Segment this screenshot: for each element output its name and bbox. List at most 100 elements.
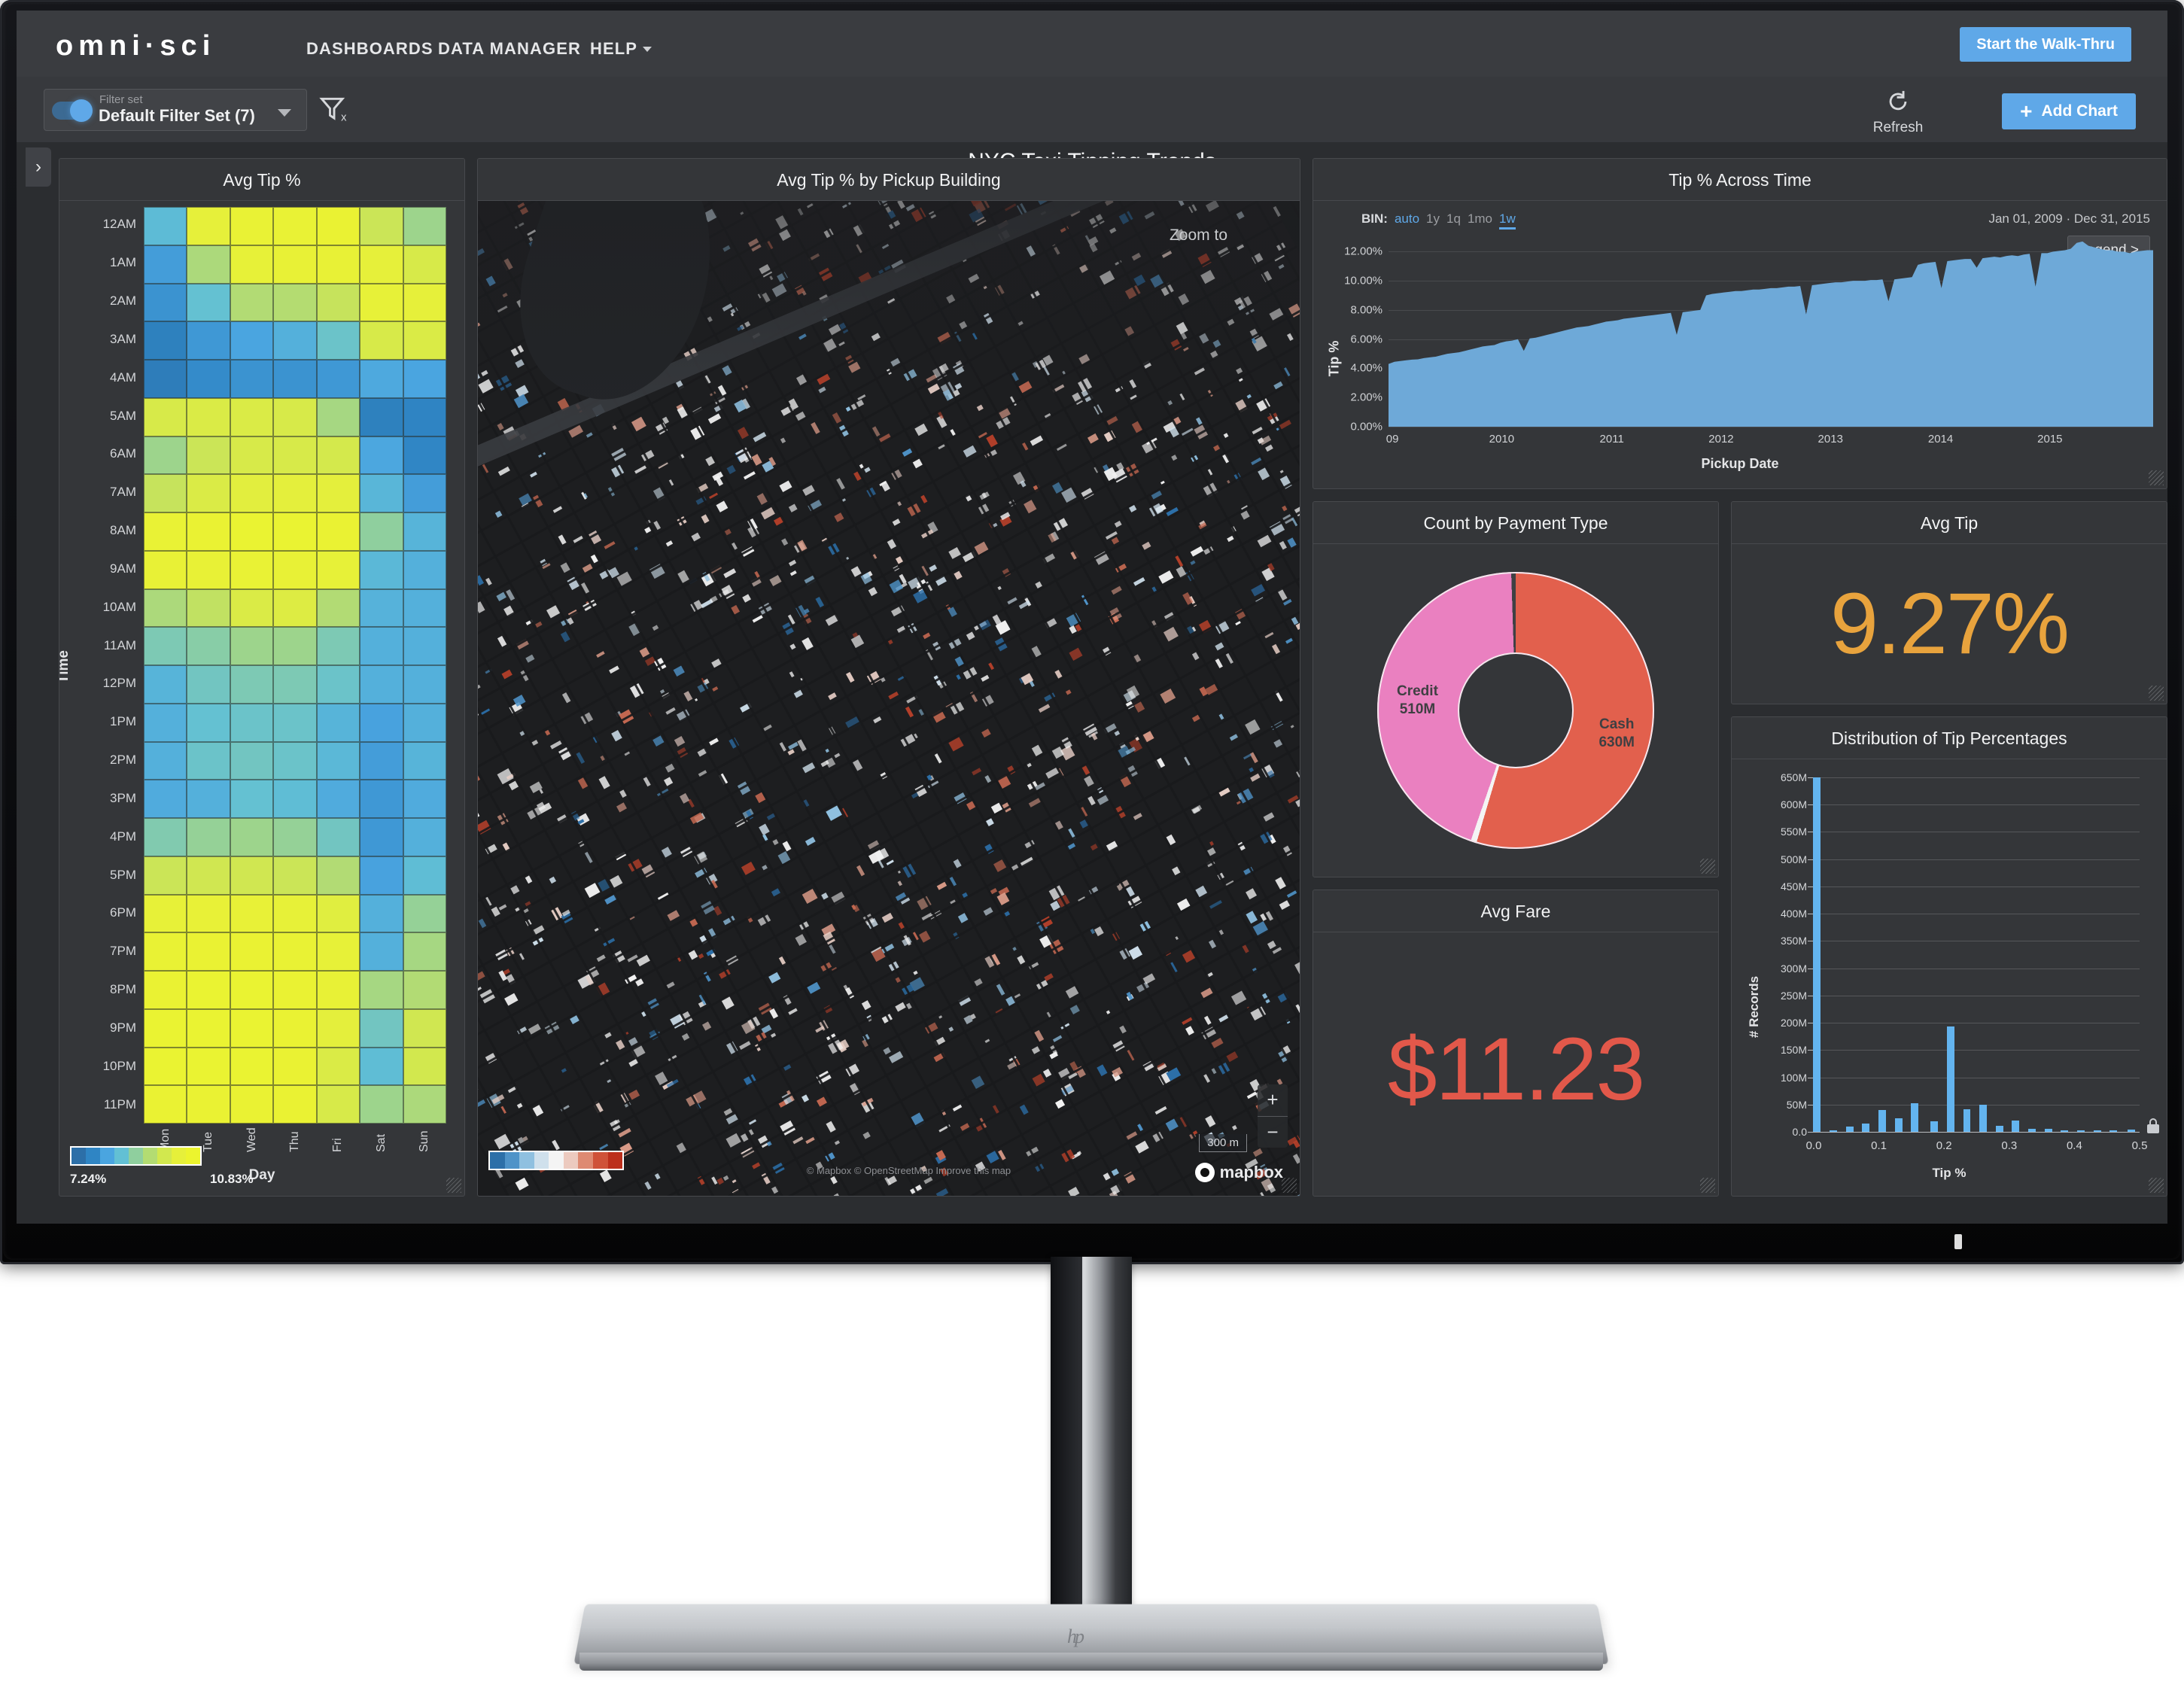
heatmap-cell[interactable] (360, 512, 403, 551)
heatmap-cell[interactable] (187, 627, 230, 665)
heatmap-cell[interactable] (360, 932, 403, 971)
lock-icon[interactable] (2144, 1116, 2162, 1136)
heatmap-cell[interactable] (316, 1008, 360, 1048)
heatmap-cell[interactable] (360, 703, 403, 742)
heatmap-cell[interactable] (187, 360, 230, 398)
histogram-bar[interactable] (2093, 1130, 2101, 1132)
sidebar-expand-toggle[interactable]: › (26, 147, 51, 187)
heatmap-cell[interactable] (403, 665, 446, 704)
histogram-bar[interactable] (1963, 1108, 1971, 1132)
heatmap-cell[interactable] (144, 856, 187, 895)
heatmap-cell[interactable] (316, 932, 360, 971)
heatmap-cell[interactable] (403, 627, 446, 665)
histogram-bar[interactable] (2044, 1128, 2052, 1132)
heatmap-cell[interactable] (403, 703, 446, 742)
heatmap-cell[interactable] (403, 512, 446, 551)
heatmap-cell[interactable] (144, 971, 187, 1009)
histogram-bar[interactable] (1995, 1126, 2003, 1132)
histogram-bar[interactable] (2077, 1130, 2085, 1132)
start-walk-thru-button[interactable]: Start the Walk-Thru (1960, 27, 2131, 62)
histogram-bar[interactable] (2028, 1128, 2036, 1132)
heatmap-cell[interactable] (360, 436, 403, 475)
heatmap-cell[interactable] (230, 474, 274, 512)
heatmap-cell[interactable] (273, 283, 317, 322)
heatmap-cell[interactable] (316, 1047, 360, 1086)
heatmap-cell[interactable] (273, 627, 317, 665)
heatmap-cell[interactable] (273, 321, 317, 360)
heatmap-cell[interactable] (230, 703, 274, 742)
heatmap-cell[interactable] (144, 360, 187, 398)
map-canvas[interactable] (478, 201, 1300, 1196)
heatmap-cell[interactable] (230, 971, 274, 1009)
heatmap-cell[interactable] (187, 894, 230, 933)
map-zoom-controls[interactable]: + − (1258, 1084, 1288, 1148)
heatmap-cell[interactable] (360, 283, 403, 322)
heatmap-cell[interactable] (360, 856, 403, 895)
histogram-bar[interactable] (1878, 1110, 1886, 1132)
heatmap-cell[interactable] (403, 932, 446, 971)
panel-resize-grip[interactable] (1700, 1178, 1715, 1193)
heatmap-cell[interactable] (403, 971, 446, 1009)
heatmap-cell[interactable] (316, 207, 360, 245)
heatmap-cell[interactable] (403, 283, 446, 322)
nav-item-help[interactable]: HELP (590, 39, 637, 59)
panel-resize-grip[interactable] (1700, 859, 1715, 874)
histogram-bar[interactable] (1813, 777, 1821, 1132)
histogram-plot[interactable]: 0.0 50M 100M 150M 200M 250M 300M 350M 400M 450M 50… (1781, 771, 2147, 1152)
heatmap-cell[interactable] (273, 741, 317, 780)
heatmap-cell[interactable] (316, 627, 360, 665)
heatmap-cell[interactable] (360, 550, 403, 589)
add-chart-button[interactable]: + Add Chart (2002, 93, 2136, 129)
map-attribution[interactable]: © Mapbox © OpenStreetMap Improve this ma… (807, 1165, 1011, 1176)
heatmap-cell[interactable] (360, 665, 403, 704)
histogram-bar[interactable] (2061, 1130, 2069, 1132)
heatmap-cell[interactable] (230, 588, 274, 628)
heatmap-cell[interactable] (403, 360, 446, 398)
heatmap-cell[interactable] (316, 856, 360, 895)
heatmap-cell[interactable] (403, 245, 446, 284)
heatmap-cell[interactable] (316, 818, 360, 856)
panel-resize-grip[interactable] (2149, 470, 2164, 485)
panel-resize-grip[interactable] (446, 1178, 461, 1193)
heatmap-cell[interactable] (316, 245, 360, 284)
heatmap-cell[interactable] (273, 588, 317, 628)
heatmap-cell[interactable] (187, 1008, 230, 1048)
heatmap-cell[interactable] (187, 397, 230, 436)
heatmap-cell[interactable] (230, 1047, 274, 1086)
heatmap-cell[interactable] (187, 856, 230, 895)
heatmap-cell[interactable] (187, 283, 230, 322)
histogram-bar[interactable] (2109, 1130, 2118, 1132)
heatmap-cell[interactable] (273, 360, 317, 398)
heatmap-cell[interactable] (360, 627, 403, 665)
panel-map-avg-tip-by-building[interactable]: Avg Tip % by Pickup Building Zoom to + −… (477, 158, 1300, 1197)
heatmap-cell[interactable] (230, 780, 274, 818)
map-zoom-to-label[interactable]: Zoom to (1170, 227, 1227, 245)
heatmap-cell[interactable] (187, 1047, 230, 1086)
bin-option-1q[interactable]: 1q (1446, 211, 1461, 226)
heatmap-cell[interactable] (273, 550, 317, 589)
bin-option-1mo[interactable]: 1mo (1468, 211, 1492, 226)
heatmap-cell[interactable] (273, 665, 317, 704)
heatmap-cell[interactable] (187, 818, 230, 856)
heatmap-cell[interactable] (273, 856, 317, 895)
heatmap-cell[interactable] (144, 512, 187, 551)
heatmap-cell[interactable] (273, 1047, 317, 1086)
heatmap-cell[interactable] (316, 703, 360, 742)
mapbox-logo[interactable]: mapbox (1194, 1163, 1283, 1182)
panel-count-by-payment-type[interactable]: Count by Payment Type Cash 630M Credit 510M (1313, 501, 1719, 877)
heatmap-cell[interactable] (403, 856, 446, 895)
filter-set-toggle-knob[interactable] (70, 99, 93, 122)
heatmap-cell[interactable] (273, 971, 317, 1009)
heatmap-cell[interactable] (316, 512, 360, 551)
heatmap-cell[interactable] (360, 780, 403, 818)
filter-clear-icon[interactable]: x (318, 93, 351, 126)
heatmap-cell[interactable] (360, 1008, 403, 1048)
histogram-bar[interactable] (2012, 1120, 2020, 1132)
heatmap-cell[interactable] (187, 780, 230, 818)
heatmap-cell[interactable] (360, 818, 403, 856)
heatmap-cell[interactable] (403, 436, 446, 475)
heatmap-cell[interactable] (273, 397, 317, 436)
heatmap-cell[interactable] (316, 588, 360, 628)
heatmap-cell[interactable] (360, 321, 403, 360)
heatmap-cell[interactable] (316, 780, 360, 818)
